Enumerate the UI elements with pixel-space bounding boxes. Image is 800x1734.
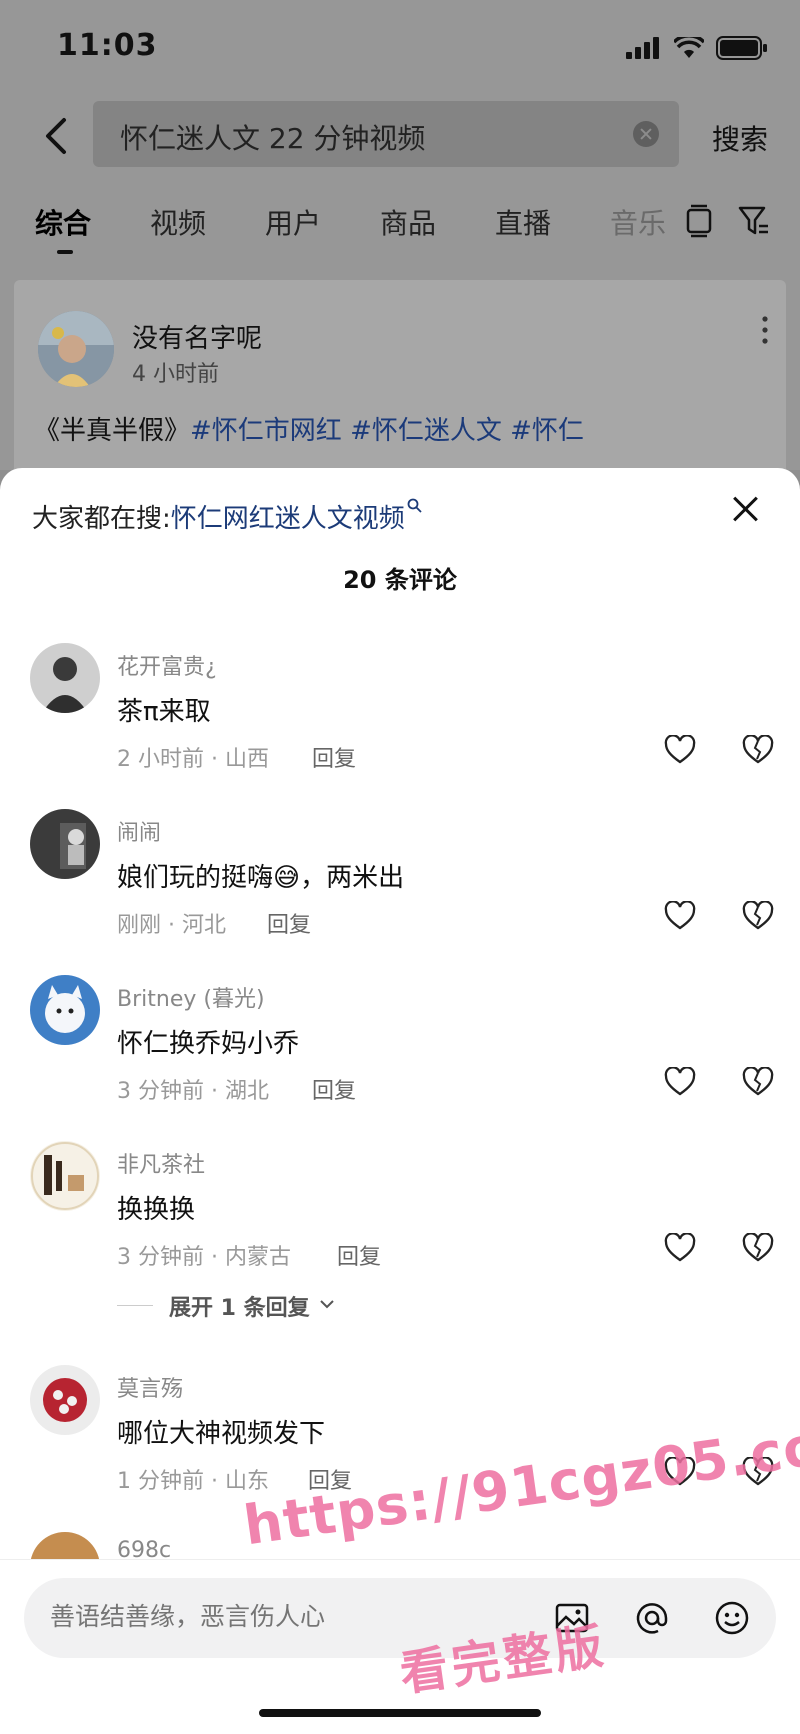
comment-item: 闹闹 娘们玩的挺嗨😅，两米出 刚刚 · 河北 回复 <box>0 809 800 959</box>
mention-icon[interactable] <box>634 1600 670 1636</box>
tab-video[interactable]: 视频 <box>150 202 206 242</box>
expand-replies-label: 展开 1 条回复 <box>169 1296 310 1321</box>
comment-meta: 1 分钟前 · 山东 <box>117 1469 269 1494</box>
comment-item: 698c <box>0 1532 800 1560</box>
tab-music[interactable]: 音乐 <box>610 202 668 242</box>
comment-meta: 3 分钟前 · 湖北 <box>117 1079 269 1104</box>
post-time: 4 小时前 <box>132 362 219 387</box>
commenter-avatar[interactable] <box>30 809 100 879</box>
wifi-icon <box>674 37 704 58</box>
battery-icon <box>716 36 767 60</box>
search-bar: 怀仁迷人文 22 分钟视频 搜索 <box>0 96 800 176</box>
status-time: 11:03 <box>57 28 158 63</box>
post-title: 《半真半假》 <box>34 416 191 446</box>
broken-heart-icon[interactable] <box>742 1233 774 1263</box>
chevron-down-icon <box>320 1300 334 1309</box>
hot-search-keyword[interactable]: 怀仁网红迷人文视频 <box>171 504 405 534</box>
tab-comprehensive[interactable]: 综合 <box>35 202 91 242</box>
signal-icon <box>626 37 659 59</box>
hashtag[interactable]: #怀仁迷人文 <box>350 416 502 446</box>
commenter-avatar[interactable] <box>30 1141 100 1211</box>
broken-heart-icon[interactable] <box>742 1067 774 1097</box>
tab-users[interactable]: 用户 <box>265 202 321 242</box>
commenter-avatar[interactable] <box>30 975 100 1045</box>
search-button[interactable]: 搜索 <box>712 118 768 158</box>
back-arrow-icon[interactable] <box>38 114 78 158</box>
broken-heart-icon[interactable] <box>742 735 774 765</box>
commenter-name[interactable]: 莫言殇 <box>117 1371 183 1403</box>
comment-meta: 2 小时前 · 山西 <box>117 747 269 772</box>
comment-text: 哪位大神视频发下 <box>117 1419 326 1449</box>
search-result-tabs: 综合 视频 用户 商品 直播 音乐 <box>0 190 800 254</box>
expand-replies-button[interactable]: 展开 1 条回复 <box>117 1290 517 1321</box>
comment-count: 20 条评论 <box>343 566 457 594</box>
close-icon[interactable] <box>732 496 758 522</box>
more-options-icon[interactable] <box>762 316 768 344</box>
heart-icon[interactable] <box>664 1233 696 1263</box>
commenter-avatar[interactable] <box>30 1532 100 1560</box>
post-description: 《半真半假》#怀仁市网红 #怀仁迷人文 #怀仁 <box>34 410 584 447</box>
commenter-name[interactable]: 非凡茶社 <box>117 1147 205 1179</box>
heart-icon[interactable] <box>664 1067 696 1097</box>
comment-text: 怀仁换乔妈小乔 <box>117 1029 300 1059</box>
active-tab-indicator <box>57 250 73 254</box>
clear-search-icon[interactable] <box>633 121 659 147</box>
comment-item: 花开富贵¿ 茶π来取 2 小时前 · 山西 回复 <box>0 643 800 793</box>
hot-search-bar[interactable]: 大家都在搜:怀仁网红迷人文视频 <box>32 498 423 535</box>
heart-icon[interactable] <box>664 735 696 765</box>
search-input[interactable]: 怀仁迷人文 22 分钟视频 <box>93 101 679 167</box>
divider <box>117 1305 153 1306</box>
comment-text: 换换换 <box>117 1195 196 1225</box>
hot-search-label: 大家都在搜: <box>32 504 171 534</box>
layout-toggle-icon[interactable] <box>684 204 714 238</box>
post-card[interactable]: 没有名字呢 4 小时前 《半真半假》#怀仁市网红 #怀仁迷人文 #怀仁 <box>14 280 786 480</box>
status-bar: 11:03 <box>0 0 800 96</box>
post-author-avatar[interactable] <box>38 311 114 387</box>
commenter-avatar[interactable] <box>30 1365 100 1435</box>
comment-meta: 刚刚 · 河北 <box>117 913 226 938</box>
comment-text: 茶π来取 <box>117 697 211 727</box>
tab-products[interactable]: 商品 <box>380 202 436 242</box>
reply-button[interactable]: 回复 <box>312 1073 356 1105</box>
reply-button[interactable]: 回复 <box>337 1239 381 1271</box>
commenter-name[interactable]: 闹闹 <box>117 815 161 847</box>
tab-live[interactable]: 直播 <box>495 202 551 242</box>
status-icons <box>626 36 768 60</box>
search-query-text: 怀仁迷人文 22 分钟视频 <box>120 122 426 155</box>
search-icon <box>407 498 422 513</box>
reply-button[interactable]: 回复 <box>312 741 356 773</box>
commenter-name[interactable]: 花开富贵¿ <box>117 649 217 681</box>
post-author-name[interactable]: 没有名字呢 <box>132 318 262 355</box>
home-indicator <box>259 1709 541 1717</box>
reply-button[interactable]: 回复 <box>267 907 311 939</box>
broken-heart-icon[interactable] <box>742 901 774 931</box>
hashtag[interactable]: #怀仁市网红 <box>190 416 342 446</box>
comment-meta: 3 分钟前 · 内蒙古 <box>117 1245 291 1270</box>
comment-item: Britney (暮光) 怀仁换乔妈小乔 3 分钟前 · 湖北 回复 <box>0 975 800 1125</box>
heart-icon[interactable] <box>664 901 696 931</box>
filter-icon[interactable] <box>738 206 770 236</box>
comment-item: 非凡茶社 换换换 3 分钟前 · 内蒙古 回复 <box>0 1141 800 1291</box>
comment-text: 娘们玩的挺嗨😅，两米出 <box>117 863 405 893</box>
commenter-name[interactable]: 698c <box>117 1538 171 1560</box>
commenter-name[interactable]: Britney (暮光) <box>117 981 265 1013</box>
commenter-avatar[interactable] <box>30 643 100 713</box>
emoji-icon[interactable] <box>714 1600 750 1636</box>
hashtag[interactable]: #怀仁 <box>510 416 584 446</box>
